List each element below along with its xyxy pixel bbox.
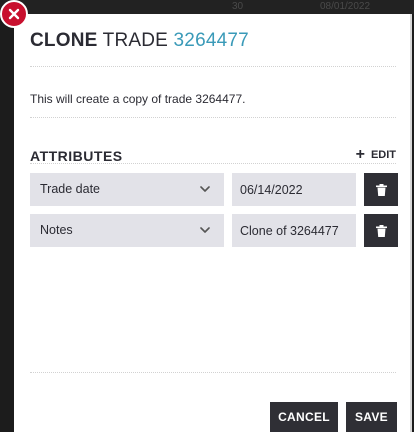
- modal-title-entity: TRADE: [102, 30, 169, 51]
- attribute-row: Trade date: [30, 173, 398, 206]
- footer-divider: [30, 372, 396, 373]
- modal-description: This will create a copy of trade 3264477…: [30, 92, 246, 106]
- attributes-heading: ATTRIBUTES: [30, 148, 123, 164]
- attribute-row: Notes: [30, 214, 398, 247]
- edit-label: EDIT: [370, 149, 396, 161]
- attributes-divider: [30, 163, 396, 164]
- trash-icon: [375, 183, 387, 196]
- modal-title: CLONE TRADE 3264477: [30, 30, 249, 52]
- trash-icon: [375, 224, 387, 237]
- attribute-value-input[interactable]: [232, 173, 356, 206]
- delete-attribute-button[interactable]: [364, 173, 398, 206]
- edit-attributes-button[interactable]: + EDIT: [355, 146, 396, 163]
- attribute-field-select[interactable]: Notes: [30, 214, 224, 247]
- attribute-field-value: Trade date: [40, 182, 100, 196]
- chevron-down-icon: [200, 186, 210, 192]
- chevron-down-icon: [200, 227, 210, 233]
- background-cell-value: 30: [232, 1, 244, 12]
- cancel-button[interactable]: CANCEL: [270, 402, 338, 432]
- background-cell-date: 08/01/2022: [320, 1, 371, 12]
- background-table-row: 30 08/01/2022: [0, 0, 414, 14]
- clone-trade-modal: CLONE TRADE 3264477 This will create a c…: [14, 14, 412, 432]
- attribute-field-select[interactable]: Trade date: [30, 173, 224, 206]
- delete-attribute-button[interactable]: [364, 214, 398, 247]
- title-divider: [30, 66, 396, 67]
- close-icon: [8, 8, 20, 20]
- save-button[interactable]: SAVE: [346, 402, 397, 432]
- scrollbar-track[interactable]: [410, 14, 412, 432]
- close-button[interactable]: [0, 0, 28, 28]
- modal-title-trade-number: 3264477: [173, 30, 249, 51]
- plus-icon: +: [355, 146, 365, 163]
- description-divider: [30, 117, 396, 118]
- attribute-field-value: Notes: [40, 223, 73, 237]
- attribute-value-input[interactable]: [232, 214, 356, 247]
- modal-title-action: CLONE: [30, 30, 98, 51]
